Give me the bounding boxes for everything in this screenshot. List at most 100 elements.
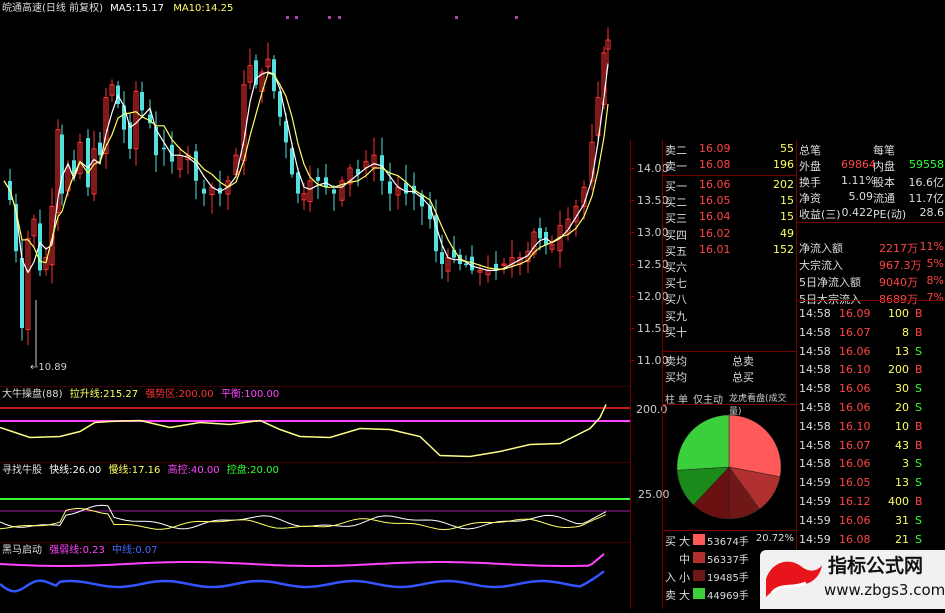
tick-row[interactable]: 14:58 16.07 43 B [797,439,945,455]
tick-row[interactable]: 14:58 16.06 20 S [797,401,945,417]
level-label: 买二 [665,196,687,210]
ind1-v2: 200.00 [178,389,214,400]
tick-row[interactable]: 14:58 16.06 3 S [797,457,945,473]
stat-key: 净资 [799,192,821,205]
tick-time: 14:58 [799,307,831,320]
pie-value: 56337手 [707,555,749,566]
candle-body-down [254,60,258,85]
candle-body-down [86,138,90,188]
ind3-name: 黑马启动 [2,545,42,556]
stat-key-2: PE(动) [873,208,907,221]
tick-row[interactable]: 14:58 16.06 13 S [797,345,945,361]
pie-swatch [693,570,705,581]
pie-side: 入 [665,571,676,584]
ma10-value: 14.25 [204,3,234,14]
oscillator-line [0,504,607,530]
tick-row[interactable]: 14:59 16.12 400 B [797,495,945,511]
buy-level-row[interactable]: 买七 [663,275,796,291]
ind1-v1: 215.27 [103,389,139,400]
ind1-k3: 平衡: [220,389,245,400]
stat-key-2: 内盘 [873,160,895,173]
tick-row[interactable]: 14:58 16.10 200 B [797,363,945,379]
pie-legend-row: 买大 53674手 20.72% [663,533,796,549]
pie-swatch [693,552,705,563]
level-price: 16.04 [699,210,731,224]
buy-level-row[interactable]: 买二 16.05 15 [663,194,796,210]
tick-side: B [915,438,923,452]
stats-separator-2 [797,300,945,301]
tick-side: S [915,532,922,546]
tick-row[interactable]: 14:59 16.08 21 S [797,533,945,549]
level-price: 16.08 [699,158,731,171]
candle-body-down [324,177,328,188]
level-volume: 202 [773,178,794,191]
sell-level-row[interactable]: 卖一 16.08 196 [663,158,796,174]
tick-price: 16.08 [839,532,871,546]
tick-time: 14:58 [799,382,831,396]
tick-price: 16.07 [839,325,871,339]
sell-level-row[interactable]: 卖二 16.09 55 [663,142,796,158]
buy-level-row[interactable]: 买四 16.02 49 [663,227,796,243]
tick-price: 16.10 [839,419,871,433]
ind2-name: 寻找牛股 [2,465,42,476]
watermark-title: 指标公式网 [828,555,924,577]
level-volume: 15 [780,194,794,208]
tick-volume: 3 [902,457,909,471]
level-label: 买三 [665,212,687,226]
orderbook-bottom-separator [663,351,797,352]
tick-row[interactable]: 14:59 16.06 31 S [797,514,945,530]
level-label: 买七 [665,277,687,291]
buy-level-row[interactable]: 买九 [663,308,796,324]
tick-side: S [915,401,922,414]
tick-row[interactable]: 14:58 16.10 10 B [797,420,945,436]
buy-level-row[interactable]: 买三 16.04 15 [663,210,796,226]
pie-percent: 20.72% [755,533,794,544]
indicator-2-header: 寻找牛股 快线:26.00 慢线:17.16 高控:40.00 控盘:20.00 [2,464,279,477]
watermark-url: www.zbgs3.com [824,581,945,599]
buy-level-row[interactable]: 买十 [663,324,796,340]
candle-body-down [140,91,144,111]
level-label: 卖二 [665,144,687,157]
candle-body-down [388,181,392,194]
candle-body-down [332,189,336,194]
tick-volume: 13 [895,344,909,358]
tick-price: 16.06 [839,401,871,414]
flow-key: 净流入额 [799,242,843,255]
kline-chart[interactable] [0,0,630,385]
pie-size: 大 [679,589,690,602]
buy-level-row[interactable]: 买一 16.06 202 [663,178,796,194]
watermark-logo-icon [766,561,822,597]
pie-svg [676,414,782,520]
tick-row[interactable]: 14:58 16.09 100 B [797,307,945,323]
tick-price: 16.10 [839,363,871,377]
ind2-k3: 高控: [167,465,191,476]
pie-size: 大 [679,535,690,548]
tick-volume: 13 [895,476,909,490]
tick-time: 14:58 [799,457,831,471]
candle-body-down [440,252,444,264]
tick-row[interactable]: 14:58 16.07 8 B [797,326,945,342]
pie-side: 买 [665,535,676,548]
stat-key: 收益(三) [799,208,841,221]
stat-row: 换手 1.11% 股本 16.6亿 [797,174,945,190]
candle-body-down [20,257,24,328]
ind1-k1: 拉升线: [69,389,104,400]
tick-row[interactable]: 14:59 16.05 13 S [797,476,945,492]
level-label: 买一 [665,180,687,193]
kline-svg [3,16,611,366]
buy-level-row[interactable]: 买五 16.01 152 [663,243,796,259]
level-label: 买五 [665,244,687,258]
buy-level-row[interactable]: 买八 [663,291,796,307]
order-book: 卖二 16.09 55 卖一 16.08 196 买一 16.06 202 买二 16.05 15 买三… [663,140,796,390]
tick-volume: 31 [895,513,909,527]
pie-value: 19485手 [707,573,749,584]
buy-avg-label: 买均 [665,371,687,384]
level-volume: 15 [780,210,794,224]
tick-row[interactable]: 14:58 16.06 30 S [797,382,945,398]
ind1-v3: 100.00 [244,389,280,400]
signal-dot [338,16,341,19]
tick-side: S [915,382,922,396]
stat-row: 净资 5.09 流通 11.7亿 [797,190,945,206]
tick-time: 14:59 [799,513,831,527]
buy-level-row[interactable]: 买六 [663,259,796,275]
